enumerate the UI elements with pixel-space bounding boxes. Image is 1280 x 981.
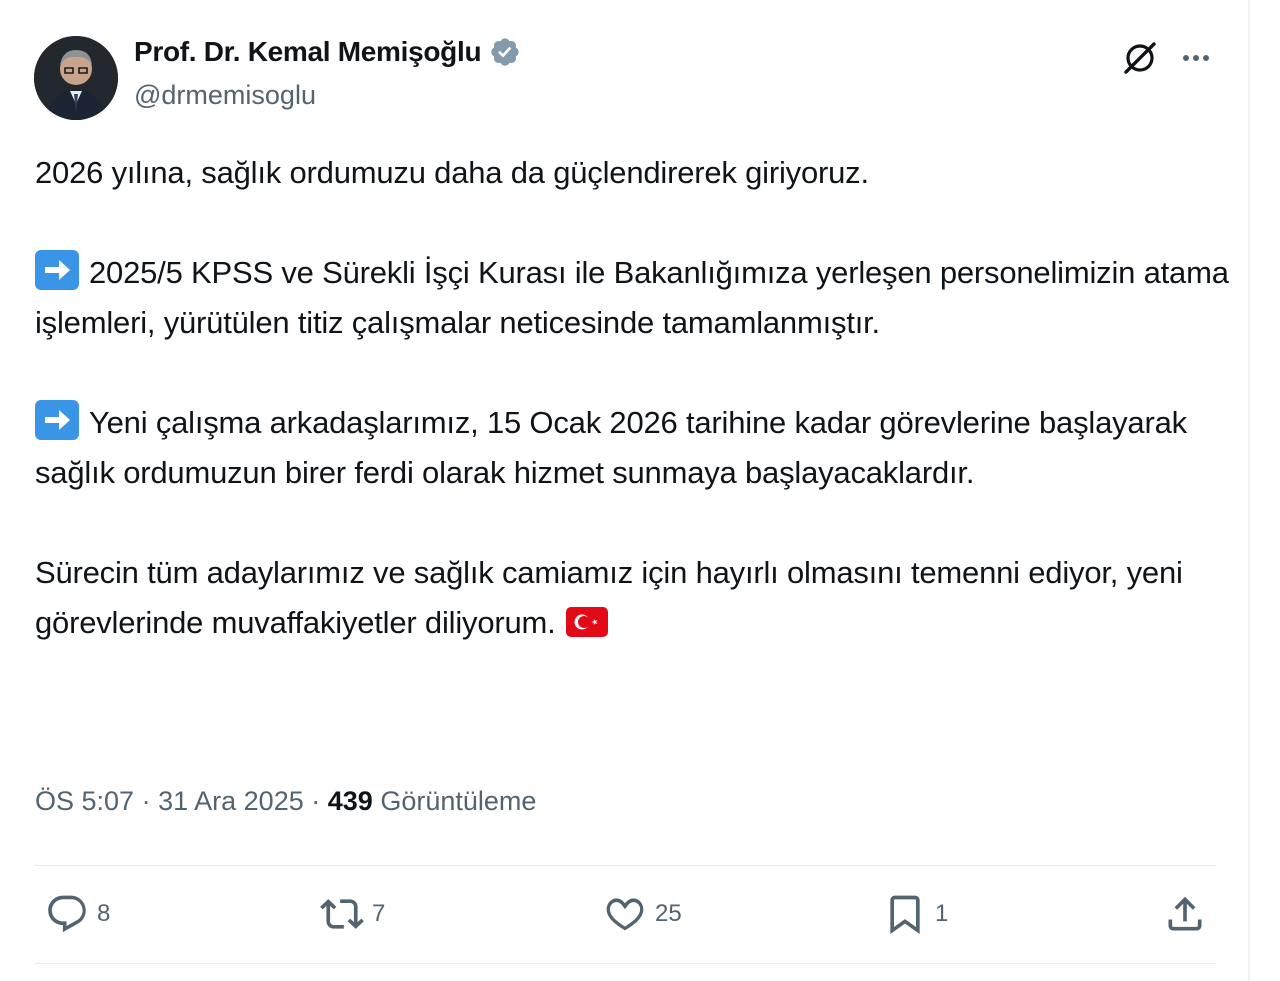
views-count: 439 — [327, 786, 373, 816]
author-handle[interactable]: @drmemisoglu — [134, 80, 316, 111]
like-count: 25 — [655, 900, 682, 927]
tweet-date[interactable]: 31 Ara 2025 — [158, 786, 304, 816]
turkey-flag-emoji-icon — [565, 607, 608, 637]
tweet-paragraph: Yeni çalışma arkadaşlarımız, 15 Ocak 202… — [35, 398, 1235, 498]
repost-icon — [320, 899, 364, 929]
reply-button[interactable]: 8 — [45, 890, 110, 938]
meta-separator: · — [311, 786, 321, 816]
views-label: Görüntüleme — [380, 786, 537, 816]
grok-icon[interactable] — [1120, 38, 1160, 78]
tweet-paragraph-text: Sürecin tüm adaylarımız ve sağlık camiam… — [35, 555, 1183, 640]
more-icon[interactable] — [1176, 38, 1216, 78]
like-button[interactable]: 25 — [603, 890, 682, 938]
tweet-meta: ÖS 5:07 · 31 Ara 2025 · 439 Görüntüleme — [35, 786, 536, 817]
tweet-paragraph: 2025/5 KPSS ve Sürekli İşçi Kurası ile B… — [35, 248, 1235, 348]
reply-icon — [48, 895, 86, 933]
action-bar: 8 7 25 1 — [35, 866, 1216, 962]
divider — [35, 963, 1216, 964]
bookmark-icon — [890, 895, 920, 935]
right-arrow-emoji-icon — [35, 250, 79, 290]
panel-border — [1248, 0, 1250, 981]
bookmark-count: 1 — [935, 900, 949, 927]
avatar[interactable] — [34, 36, 118, 120]
bookmark-button[interactable]: 1 — [883, 890, 948, 938]
reply-count: 8 — [97, 900, 111, 927]
heart-icon — [606, 898, 644, 931]
tweet-paragraph: 2026 yılına, sağlık ordumuzu daha da güç… — [35, 148, 1235, 198]
tweet-paragraph: Sürecin tüm adaylarımız ve sağlık camiam… — [35, 548, 1235, 648]
tweet-time[interactable]: ÖS 5:07 — [35, 786, 134, 816]
repost-button[interactable]: 7 — [320, 890, 385, 938]
share-button[interactable] — [1163, 890, 1207, 938]
meta-separator: · — [141, 786, 151, 816]
verified-badge-icon[interactable] — [489, 36, 521, 68]
share-icon — [1168, 896, 1202, 931]
tweet-paragraph-text: Yeni çalışma arkadaşlarımız, 15 Ocak 202… — [35, 405, 1187, 490]
right-arrow-emoji-icon — [35, 400, 79, 440]
tweet-paragraph-text: 2026 yılına, sağlık ordumuzu daha da güç… — [35, 155, 869, 190]
tweet-paragraph-text: 2025/5 KPSS ve Sürekli İşçi Kurası ile B… — [35, 255, 1229, 340]
tweet-text: 2026 yılına, sağlık ordumuzu daha da güç… — [35, 148, 1235, 648]
author-name-text[interactable]: Prof. Dr. Kemal Memişoğlu — [134, 36, 482, 68]
author-name[interactable]: Prof. Dr. Kemal Memişoğlu — [134, 36, 521, 68]
repost-count: 7 — [372, 900, 386, 927]
